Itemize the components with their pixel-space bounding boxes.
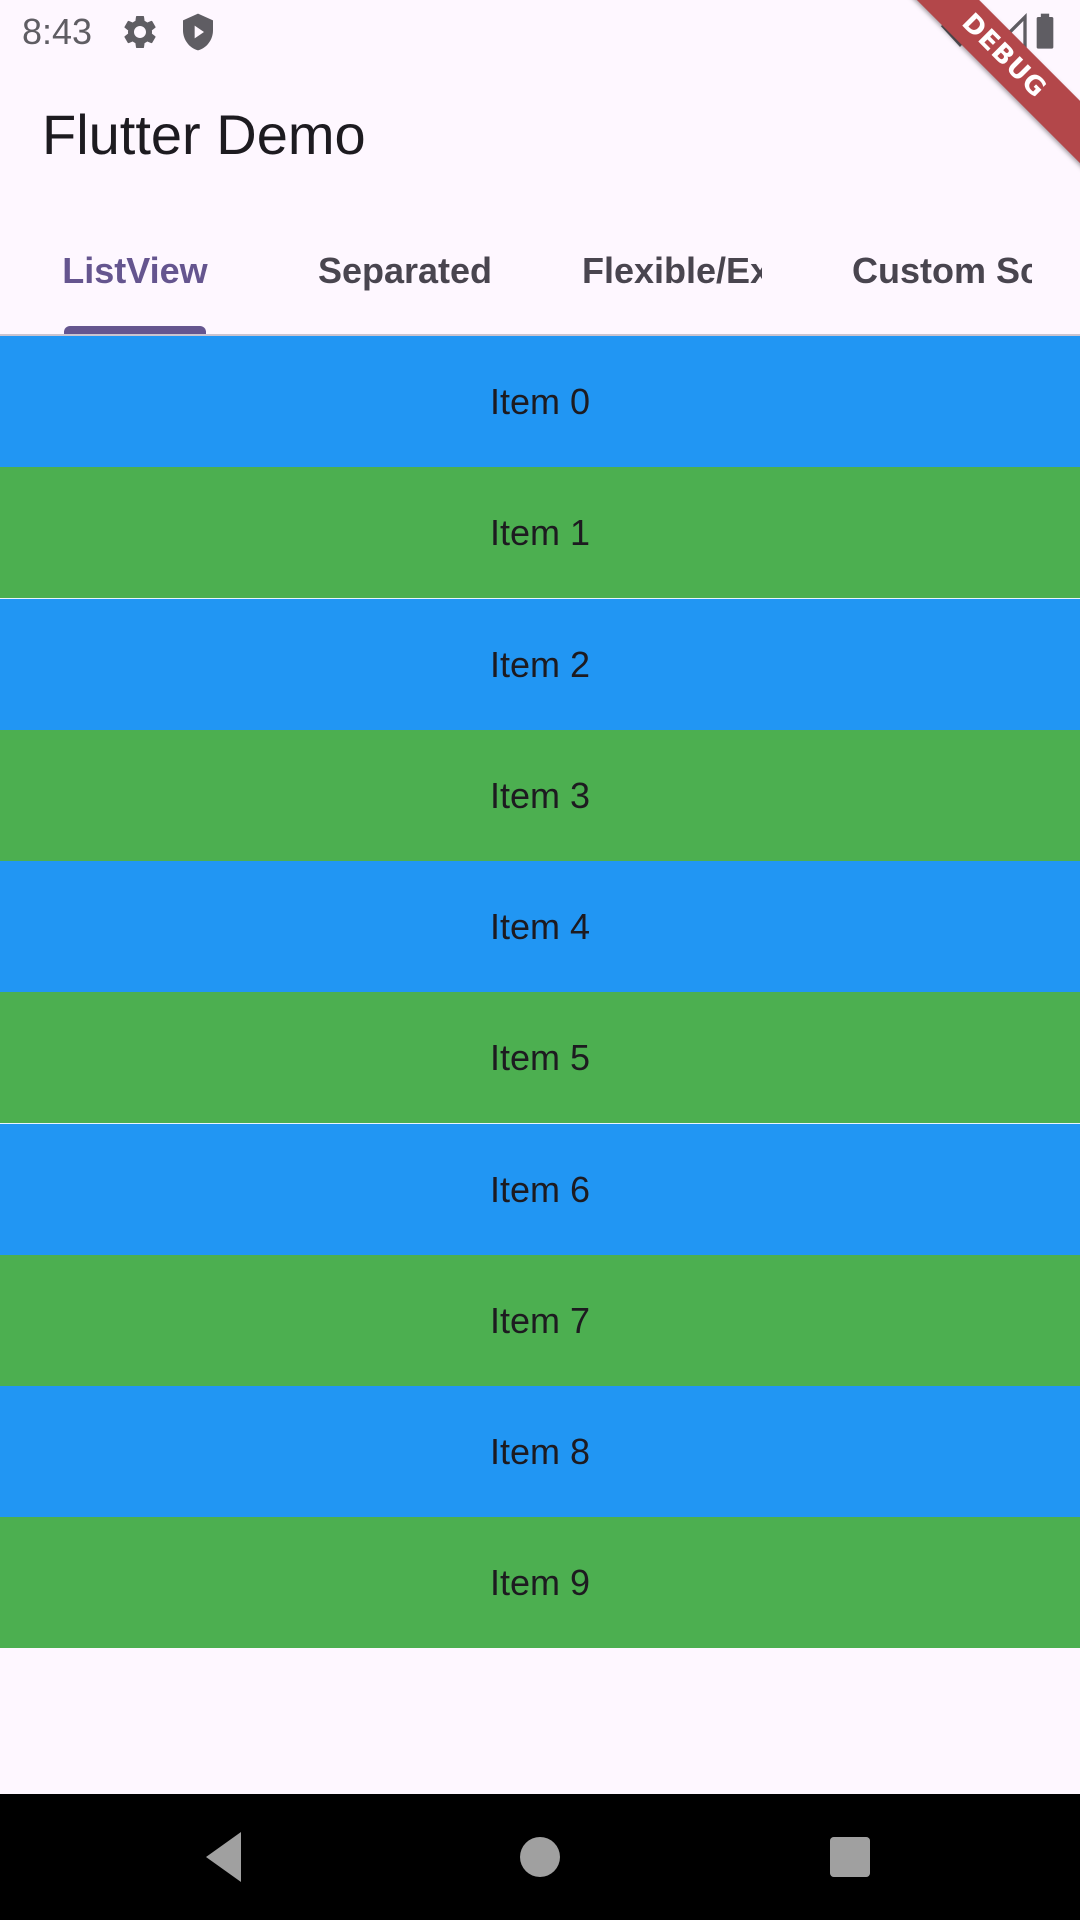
tab-listview[interactable]: ListView [0,204,270,334]
gear-icon [120,12,160,52]
list-item[interactable]: Item 3 [0,730,1080,861]
app-bar: Flutter Demo [0,64,1080,204]
tab-label: Custom Scr [852,250,1032,291]
tab-custom-scroll[interactable]: Custom Scr [810,204,1080,334]
list-item[interactable]: Item 6 [0,1124,1080,1255]
navigation-bar [0,1794,1080,1920]
tab-bar: ListView Separated Flexible/Ex Custom Sc… [0,204,1080,336]
tab-indicator [64,326,206,334]
app-title: Flutter Demo [42,103,366,166]
shield-icon [178,12,218,52]
list-item[interactable]: Item 9 [0,1517,1080,1648]
list-item[interactable]: Item 1 [0,467,1080,598]
home-icon[interactable] [510,1827,570,1887]
tab-flexible-expanded[interactable]: Flexible/Ex [540,204,810,334]
list-item[interactable]: Item 5 [0,992,1080,1123]
list-item[interactable]: Item 4 [0,861,1080,992]
status-time: 8:43 [22,11,93,52]
status-bar: 8:43 [0,0,1080,64]
tab-label: Flexible/Ex [582,250,762,291]
recents-icon[interactable] [820,1827,880,1887]
tab-label: ListView [62,250,208,291]
list-item[interactable]: Item 0 [0,336,1080,467]
list-item[interactable]: Item 8 [0,1386,1080,1517]
list-item[interactable]: Item 7 [0,1255,1080,1386]
back-icon[interactable] [196,1827,256,1887]
tab-separated[interactable]: Separated [270,204,540,334]
tab-label: Separated [317,250,493,291]
item-list[interactable]: Item 0 Item 1 Item 2 Item 3 Item 4 Item … [0,336,1080,1648]
list-item[interactable]: Item 2 [0,599,1080,730]
battery-icon [1030,12,1060,52]
screen: 8:43 DEBUG Flutter Demo ListView Separat… [0,0,1080,1920]
